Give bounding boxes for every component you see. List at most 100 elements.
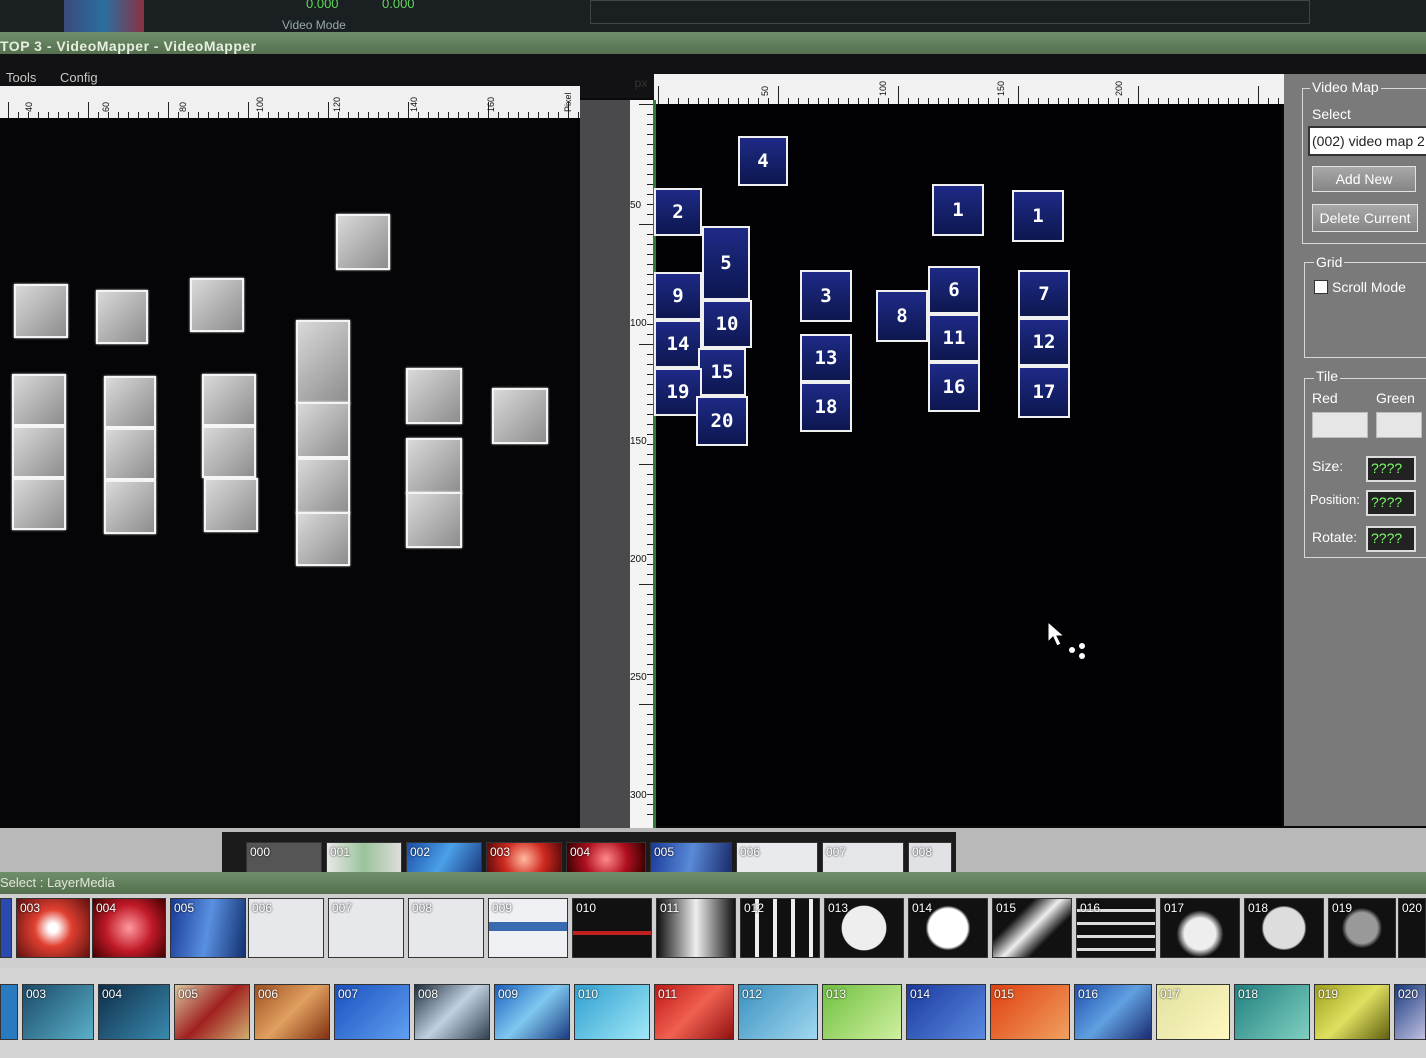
map-tile[interactable]: 11 [928, 314, 980, 362]
source-tile[interactable] [104, 376, 156, 428]
map-tile[interactable]: 10 [702, 300, 752, 348]
map-tile[interactable]: 6 [928, 266, 980, 314]
map-tile[interactable]: 3 [800, 270, 852, 322]
source-tile[interactable] [296, 458, 350, 514]
media-thumbnail[interactable]: 018 [1244, 898, 1324, 958]
map-tile[interactable]: 19 [654, 368, 702, 416]
media-thumbnail[interactable]: 003 [22, 984, 94, 1040]
media-thumbnail[interactable]: 017 [1156, 984, 1230, 1040]
window-title-bar[interactable]: TOP 3 - VideoMapper - VideoMapper [0, 32, 1426, 54]
media-thumbnail[interactable]: 004 [92, 898, 166, 958]
media-thumbnail[interactable]: 011 [656, 898, 736, 958]
map-tile[interactable]: 12 [1018, 318, 1070, 366]
media-thumbnail[interactable]: 010 [574, 984, 650, 1040]
source-tile[interactable] [12, 426, 66, 478]
media-thumbnail[interactable]: 006 [248, 898, 324, 958]
media-thumbnail[interactable]: 016 [1074, 984, 1152, 1040]
map-tile[interactable]: 1 [932, 184, 984, 236]
map-tile[interactable]: 17 [1018, 366, 1070, 418]
media-thumbnail[interactable]: 015 [992, 898, 1072, 958]
media-thumbnail[interactable] [0, 984, 18, 1040]
media-thumbnail[interactable]: 008 [908, 842, 952, 876]
media-thumbnail[interactable]: 020 [1398, 898, 1426, 958]
media-thumbnail[interactable]: 005 [650, 842, 732, 876]
source-tile[interactable] [96, 290, 148, 344]
media-thumbnail[interactable]: 007 [822, 842, 904, 876]
map-tile[interactable]: 2 [654, 188, 702, 236]
green-input[interactable] [1376, 412, 1422, 438]
media-thumbnail[interactable]: 018 [1234, 984, 1310, 1040]
source-tile[interactable] [296, 320, 350, 404]
media-thumbnail[interactable]: 012 [738, 984, 818, 1040]
media-thumbnail[interactable]: 019 [1328, 898, 1396, 958]
source-tile[interactable] [296, 512, 350, 566]
media-thumbnail[interactable]: 004 [566, 842, 646, 876]
media-thumbnail[interactable]: 014 [906, 984, 986, 1040]
media-thumbnail[interactable]: 006 [254, 984, 330, 1040]
media-thumbnail[interactable]: 003 [486, 842, 562, 876]
media-thumbnail[interactable]: 009 [488, 898, 568, 958]
media-thumbnail[interactable]: 014 [908, 898, 988, 958]
menu-config[interactable]: Config [60, 70, 98, 85]
source-tile[interactable] [202, 374, 256, 426]
media-thumbnail[interactable]: 011 [654, 984, 734, 1040]
map-tile[interactable]: 1 [1012, 190, 1064, 242]
source-tile[interactable] [14, 284, 68, 338]
media-thumbnail[interactable]: 013 [822, 984, 902, 1040]
media-thumbnail[interactable]: 019 [1314, 984, 1390, 1040]
source-tile[interactable] [406, 368, 462, 424]
media-thumbnail[interactable]: 005 [170, 898, 246, 958]
source-tile[interactable] [104, 480, 156, 534]
media-thumbnail[interactable]: 001 [326, 842, 402, 876]
map-tile[interactable]: 8 [876, 290, 928, 342]
media-thumbnail[interactable] [0, 898, 12, 958]
map-tile[interactable]: 16 [928, 362, 980, 412]
red-input[interactable] [1312, 412, 1368, 438]
canvas-divider[interactable] [580, 100, 632, 830]
media-thumbnail[interactable]: 007 [328, 898, 404, 958]
media-thumbnail[interactable]: 008 [408, 898, 484, 958]
map-tile[interactable]: 18 [800, 382, 852, 432]
source-tile[interactable] [204, 478, 258, 532]
video-map-canvas[interactable]: 4 2 5 9 10 14 15 19 20 3 13 18 8 1 6 11 … [654, 104, 1282, 826]
map-tile[interactable]: 20 [696, 396, 748, 446]
map-tile[interactable]: 14 [654, 320, 702, 368]
map-tile[interactable]: 7 [1018, 270, 1070, 318]
source-tile[interactable] [12, 374, 66, 426]
media-thumbnail[interactable]: 013 [824, 898, 904, 958]
source-tile[interactable] [104, 428, 156, 480]
media-thumbnail[interactable]: 002 [406, 842, 482, 876]
media-thumbnail[interactable]: 000 [246, 842, 322, 876]
size-input[interactable]: ???? [1366, 456, 1416, 482]
source-tile[interactable] [202, 426, 256, 478]
rotate-input[interactable]: ???? [1366, 526, 1416, 552]
position-input[interactable]: ???? [1366, 490, 1416, 516]
delete-current-button[interactable]: Delete Current [1312, 204, 1418, 232]
map-tile[interactable]: 13 [800, 334, 852, 382]
media-thumbnail[interactable]: 005 [174, 984, 250, 1040]
source-canvas[interactable] [0, 118, 580, 828]
media-thumbnail[interactable]: 003 [16, 898, 90, 958]
map-tile[interactable]: 4 [738, 136, 788, 186]
media-thumbnail[interactable]: 004 [98, 984, 170, 1040]
media-thumbnail[interactable]: 009 [494, 984, 570, 1040]
media-thumbnail[interactable]: 016 [1076, 898, 1156, 958]
map-tile[interactable]: 15 [698, 348, 746, 396]
video-map-select[interactable]: (002) video map 2 [1308, 126, 1426, 156]
menu-tools[interactable]: Tools [6, 70, 36, 85]
media-thumbnail[interactable]: 015 [990, 984, 1070, 1040]
media-thumbnail[interactable]: 008 [414, 984, 490, 1040]
media-thumbnail[interactable]: 012 [740, 898, 820, 958]
media-thumbnail[interactable]: 017 [1160, 898, 1240, 958]
map-tile[interactable]: 9 [654, 272, 702, 320]
source-tile[interactable] [12, 478, 66, 530]
media-thumbnail[interactable]: 010 [572, 898, 652, 958]
source-tile[interactable] [296, 402, 350, 458]
source-tile[interactable] [406, 492, 462, 548]
source-tile[interactable] [492, 388, 548, 444]
media-thumbnail[interactable]: 006 [736, 842, 818, 876]
source-tile[interactable] [406, 438, 462, 494]
source-tile[interactable] [190, 278, 244, 332]
media-thumbnail[interactable]: 007 [334, 984, 410, 1040]
source-tile[interactable] [336, 214, 390, 270]
